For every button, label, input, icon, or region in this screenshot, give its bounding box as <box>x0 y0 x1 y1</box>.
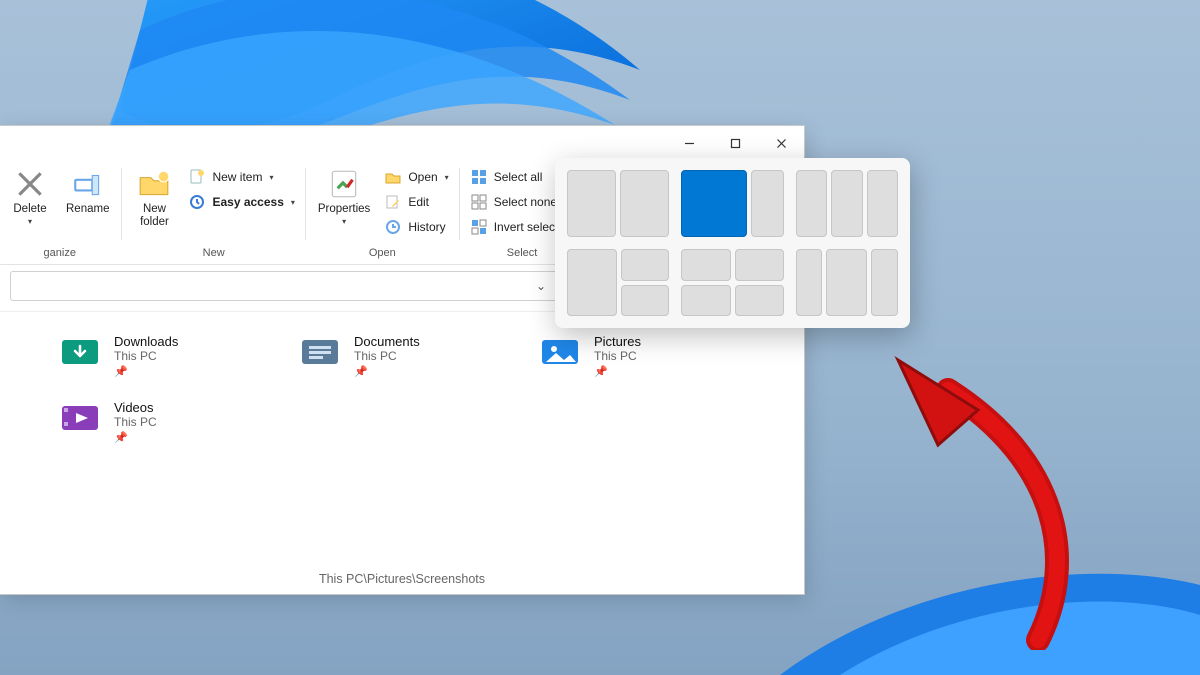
chevron-down-icon[interactable]: ⌄ <box>536 279 546 293</box>
content-area: DownloadsThis PC📌DocumentsThis PC📌Pictur… <box>0 311 804 594</box>
item-name: Pictures <box>594 334 641 349</box>
titlebar <box>0 126 804 160</box>
caret-icon: ▾ <box>445 173 449 182</box>
properties-label: Properties <box>318 203 370 216</box>
open-icon <box>384 168 402 186</box>
new-item-label: New item <box>212 170 262 184</box>
quick-access-item-documents[interactable]: DocumentsThis PC 📌 <box>300 334 540 378</box>
caret-icon: ▾ <box>28 218 32 226</box>
new-item-icon <box>188 168 206 186</box>
rename-button[interactable]: Rename <box>60 164 115 216</box>
pictures-folder-icon <box>540 334 580 368</box>
minimize-button[interactable] <box>666 126 712 160</box>
rename-label: Rename <box>66 203 109 216</box>
select-all-icon <box>470 168 488 186</box>
pin-icon: 📌 <box>114 365 178 378</box>
snap-layout-quarters[interactable] <box>681 249 783 316</box>
history-icon <box>384 218 402 236</box>
caret-icon: ▾ <box>269 173 273 182</box>
easy-access-icon <box>188 193 206 211</box>
snap-layout-70-30[interactable] <box>681 170 783 237</box>
history-button[interactable]: History <box>380 216 452 238</box>
history-label: History <box>408 220 445 234</box>
snap-layout-50-50[interactable] <box>567 170 669 237</box>
item-name: Downloads <box>114 334 178 349</box>
easy-access-button[interactable]: Easy access ▾ <box>184 191 298 213</box>
path-box[interactable]: ⌄ <box>10 271 584 301</box>
new-folder-button[interactable]: New folder <box>128 164 180 229</box>
close-button[interactable] <box>758 126 804 160</box>
quick-access-item-pictures[interactable]: PicturesThis PC 📌 <box>540 334 780 378</box>
group-label-select: Select <box>507 244 538 264</box>
group-label-organize: ganize <box>44 244 76 264</box>
delete-button[interactable]: Delete ▾ <box>4 164 56 226</box>
group-label-open: Open <box>369 244 396 264</box>
select-all-label: Select all <box>494 170 543 184</box>
annotation-arrow <box>828 350 1088 650</box>
edit-icon <box>384 193 402 211</box>
item-location: This PC <box>114 415 157 429</box>
downloads-folder-icon <box>60 334 100 368</box>
select-none-icon <box>470 193 488 211</box>
quick-access-item-downloads[interactable]: DownloadsThis PC 📌 <box>60 334 300 378</box>
item-location: This PC <box>354 349 420 363</box>
item-location: This PC <box>114 349 178 363</box>
snap-layout-thirds[interactable] <box>796 170 898 237</box>
properties-icon <box>327 167 361 201</box>
edit-button[interactable]: Edit <box>380 191 452 213</box>
open-button[interactable]: Open ▾ <box>380 166 452 188</box>
pin-icon: 📌 <box>354 365 420 378</box>
properties-button[interactable]: Properties ▾ <box>312 164 376 226</box>
pin-icon: 📌 <box>114 431 157 444</box>
new-item-button[interactable]: New item ▾ <box>184 166 298 188</box>
delete-label: Delete <box>13 203 46 216</box>
delete-icon <box>13 167 47 201</box>
open-label: Open <box>408 170 437 184</box>
invert-selection-icon <box>470 218 488 236</box>
easy-access-label: Easy access <box>212 195 283 209</box>
item-name: Videos <box>114 400 157 415</box>
folder-new-icon <box>137 167 171 201</box>
new-folder-label: New folder <box>140 203 169 229</box>
rename-icon <box>71 167 105 201</box>
documents-folder-icon <box>300 334 340 368</box>
select-none-label: Select none <box>494 195 557 209</box>
breadcrumb: This PC\Pictures\Screenshots <box>0 572 804 586</box>
caret-icon: ▾ <box>291 198 295 207</box>
caret-icon: ▾ <box>342 218 346 226</box>
maximize-button[interactable] <box>712 126 758 160</box>
quick-access-item-videos[interactable]: VideosThis PC 📌 <box>60 400 300 444</box>
videos-folder-icon <box>60 400 100 434</box>
item-name: Documents <box>354 334 420 349</box>
snap-layout-left-stack[interactable] <box>567 249 669 316</box>
item-location: This PC <box>594 349 641 363</box>
snap-layouts-flyout <box>555 158 910 328</box>
snap-layout-wide-thirds[interactable] <box>796 249 898 316</box>
pin-icon: 📌 <box>594 365 641 378</box>
group-label-new: New <box>203 244 225 264</box>
edit-label: Edit <box>408 195 429 209</box>
